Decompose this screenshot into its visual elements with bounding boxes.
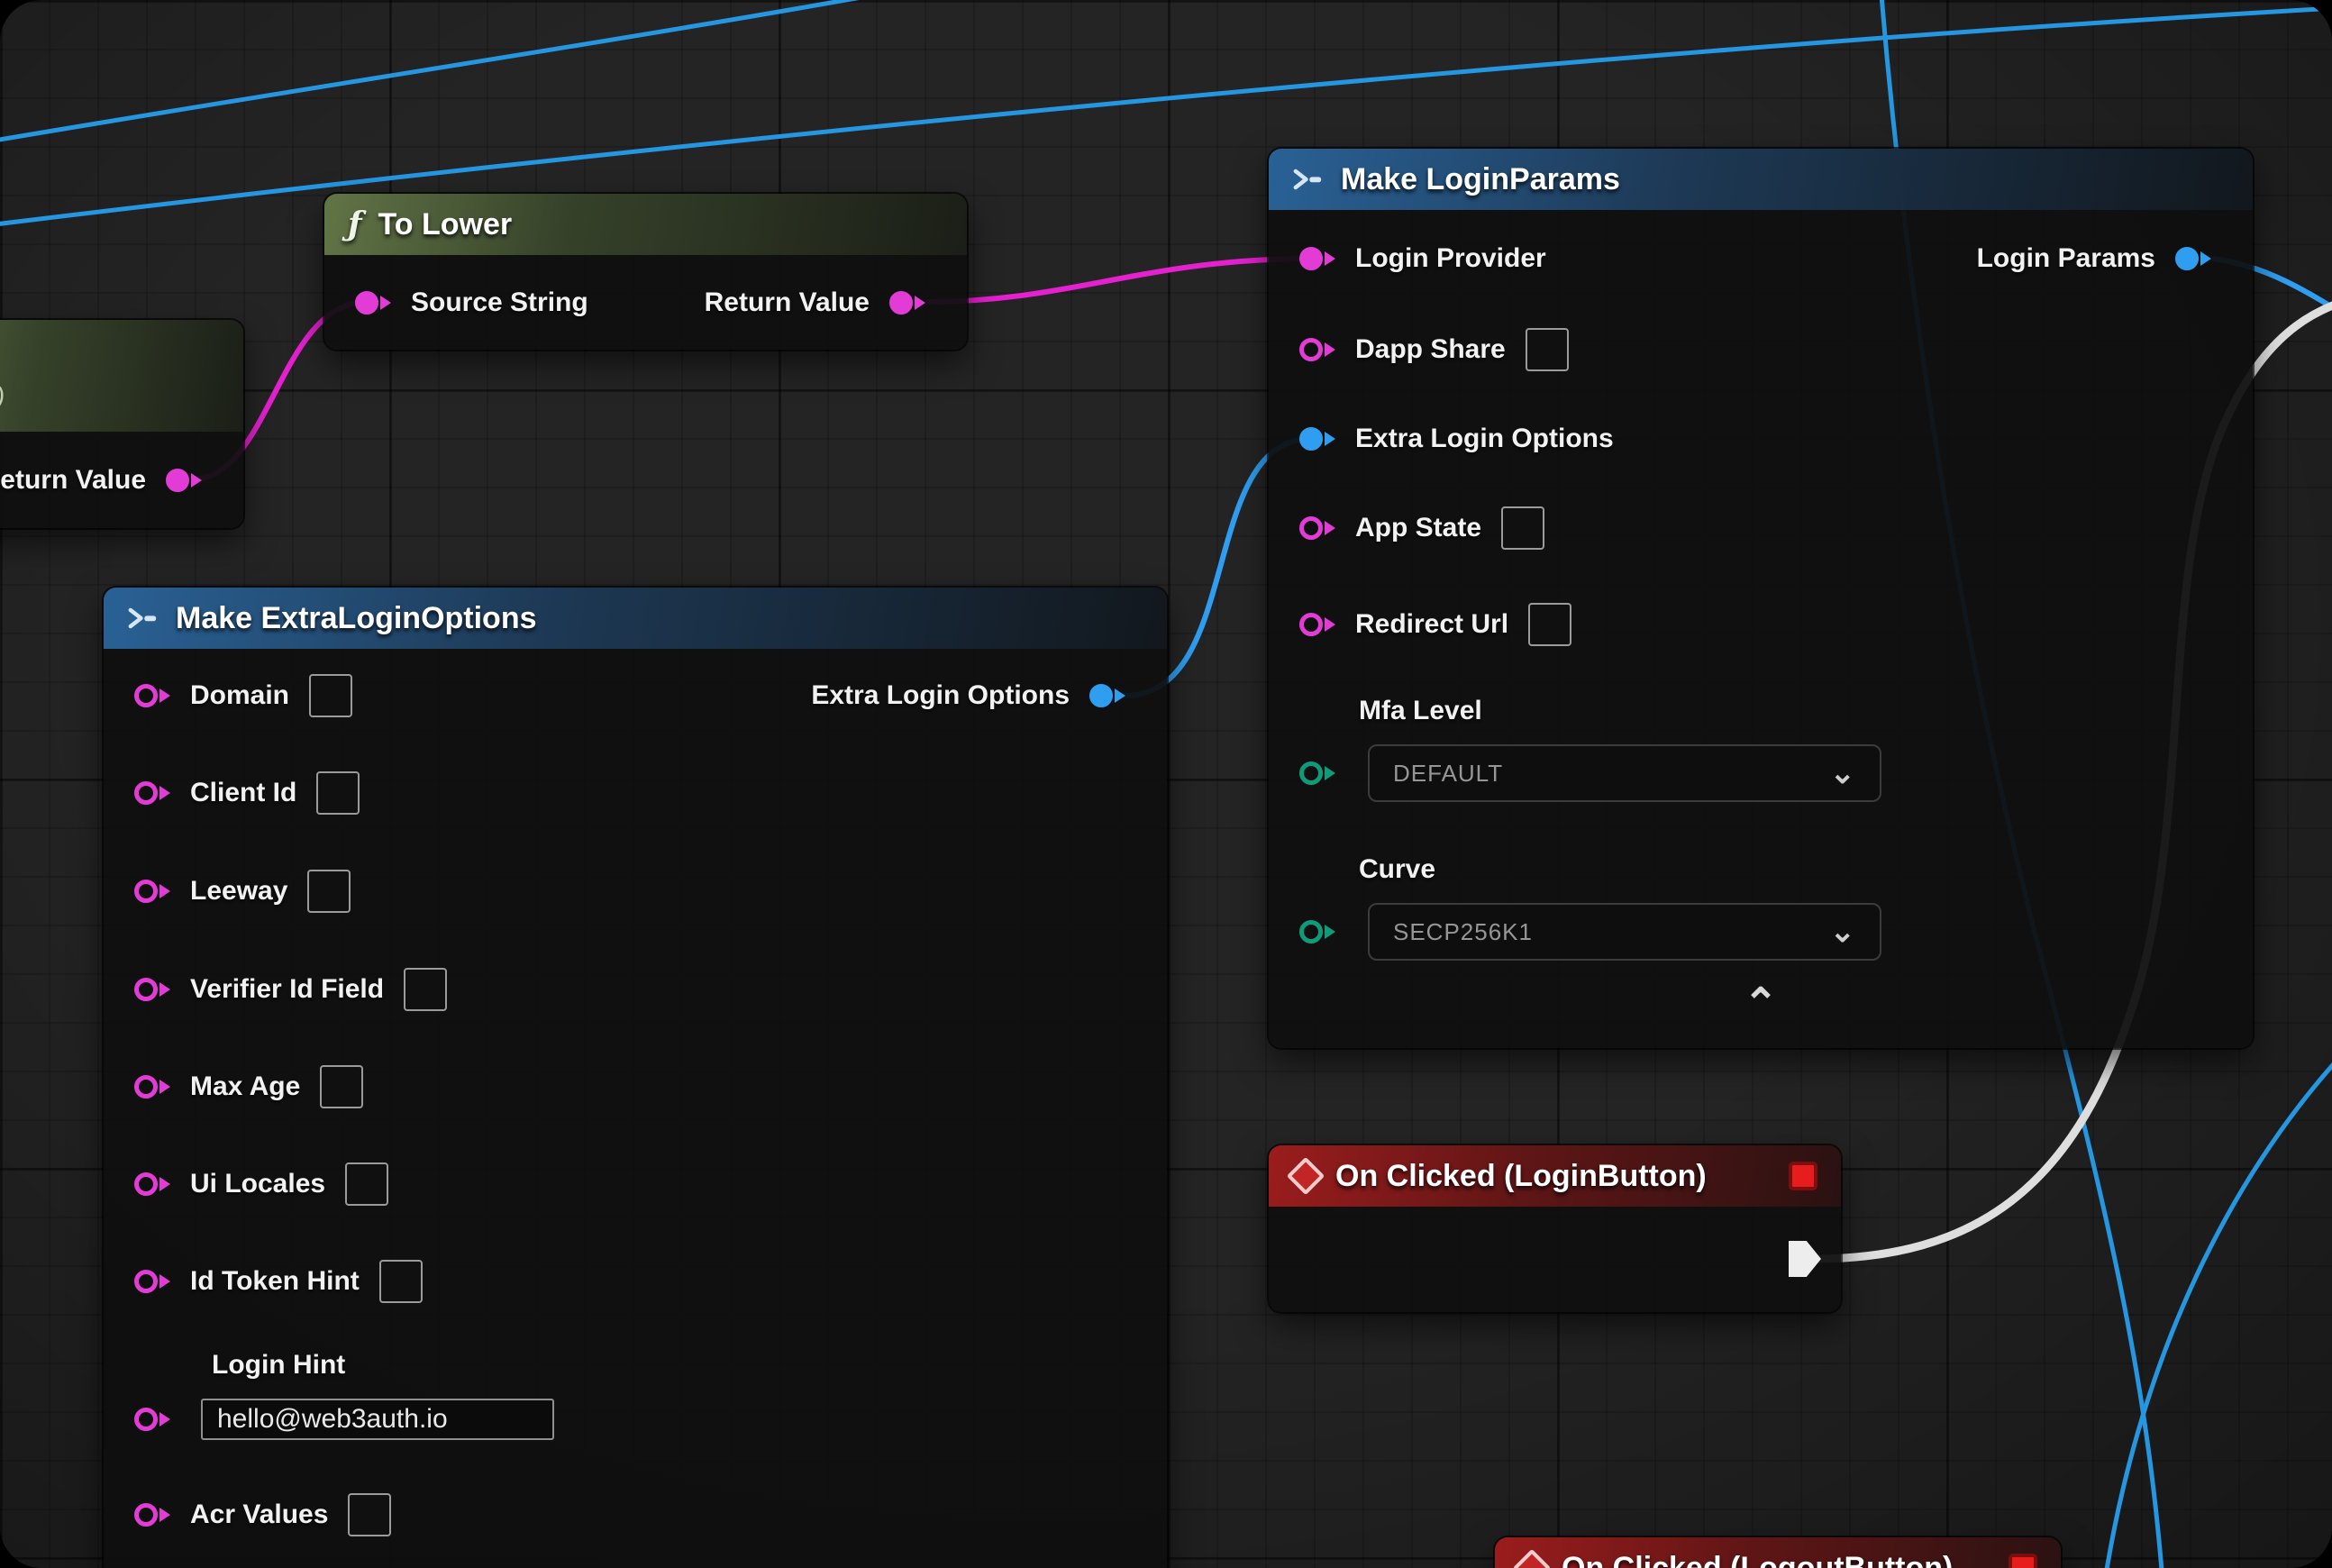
delegate-pin[interactable] xyxy=(1789,1162,1817,1190)
input-pin-redirect-url[interactable] xyxy=(1299,613,1323,636)
mfa-level-value: DEFAULT xyxy=(1393,760,1503,788)
event-diamond-icon xyxy=(1513,1549,1551,1568)
input-pin-label: Acr Values xyxy=(190,1500,328,1530)
input-pin-label: Login Provider xyxy=(1355,243,1546,274)
input-pin-label: Redirect Url xyxy=(1355,609,1508,640)
wire-blue-top-a xyxy=(0,0,996,144)
id-token-hint-checkbox[interactable] xyxy=(379,1260,423,1303)
input-pin-max-age[interactable] xyxy=(134,1075,158,1099)
login-hint-input[interactable] xyxy=(201,1399,554,1440)
event-diamond-icon xyxy=(1287,1157,1325,1195)
max-age-checkbox[interactable] xyxy=(320,1065,363,1108)
domain-checkbox[interactable] xyxy=(309,674,352,717)
output-pin-label: eturn Value xyxy=(0,465,146,496)
node-make-login-params[interactable]: Make LoginParams Login Provider Login Pa… xyxy=(1269,149,2253,1048)
output-pin-login-params[interactable] xyxy=(2175,247,2199,270)
input-pin-dapp-share[interactable] xyxy=(1299,338,1323,361)
ui-locales-checkbox[interactable] xyxy=(345,1162,388,1206)
node-header[interactable]: Make LoginParams xyxy=(1269,149,2253,210)
collapse-node-button[interactable]: ⌃ xyxy=(1269,985,2253,1021)
input-pin-label: Id Token Hint xyxy=(190,1266,360,1297)
input-pin-ui-locales[interactable] xyxy=(134,1172,158,1196)
node-header[interactable]: ƒ To Lower xyxy=(324,194,967,255)
input-pin-label: Leeway xyxy=(190,876,287,907)
node-on-clicked-logout-button[interactable]: On Clicked (LogoutButton) xyxy=(1495,1537,2061,1568)
input-pin-label: Ui Locales xyxy=(190,1169,325,1199)
node-make-extra-login-options[interactable]: Make ExtraLoginOptions Domain Extra Logi… xyxy=(104,588,1167,1568)
input-pin-id-token-hint[interactable] xyxy=(134,1270,158,1293)
input-pin-verifier-id-field[interactable] xyxy=(134,978,158,1001)
function-icon: ƒ xyxy=(348,205,362,243)
blueprint-editor: tion ox (String) eturn Value ƒ To Lower … xyxy=(0,0,2332,1568)
node-subtitle: ox (String) xyxy=(0,382,5,411)
curve-label: Curve xyxy=(1359,854,1435,885)
input-pin-login-provider[interactable] xyxy=(1299,247,1323,270)
output-pin-label: Extra Login Options xyxy=(811,680,1070,711)
node-title: To Lower xyxy=(378,207,513,242)
delegate-pin[interactable] xyxy=(2009,1554,2037,1568)
node-to-lower[interactable]: ƒ To Lower Source String Return Value xyxy=(324,194,967,350)
output-pin-return-value[interactable] xyxy=(889,291,913,315)
blueprint-graph-canvas[interactable]: tion ox (String) eturn Value ƒ To Lower … xyxy=(0,0,2332,1568)
output-pin-label: Login Params xyxy=(1977,243,2155,274)
input-pin-app-state[interactable] xyxy=(1299,516,1323,540)
wire-blue-bottom-right xyxy=(2101,1035,2332,1568)
input-pin-mfa-level[interactable] xyxy=(1299,761,1323,785)
wire-string-tolower-to-loginprovider xyxy=(926,259,1311,302)
input-pin-login-hint[interactable] xyxy=(134,1408,158,1431)
output-pin-extra-login-options[interactable] xyxy=(1089,684,1113,707)
input-pin-label: Max Age xyxy=(190,1071,300,1102)
input-pin-label: Extra Login Options xyxy=(1355,424,1614,454)
input-pin-label: Client Id xyxy=(190,778,296,808)
input-pin-source-string[interactable] xyxy=(355,291,378,315)
node-header[interactable]: Make ExtraLoginOptions xyxy=(104,588,1167,649)
node-clipped-function[interactable]: tion ox (String) eturn Value xyxy=(0,320,243,528)
client-id-checkbox[interactable] xyxy=(316,771,360,815)
redirect-url-checkbox[interactable] xyxy=(1528,603,1571,646)
node-title: On Clicked (LoginButton) xyxy=(1335,1159,1707,1194)
input-pin-label: Verifier Id Field xyxy=(190,974,384,1005)
node-title: On Clicked (LogoutButton) xyxy=(1562,1551,1953,1568)
node-header[interactable]: On Clicked (LogoutButton) xyxy=(1495,1537,2061,1568)
output-pin-label: Return Value xyxy=(705,287,870,318)
node-on-clicked-login-button[interactable]: On Clicked (LoginButton) xyxy=(1269,1145,1841,1312)
node-header[interactable]: On Clicked (LoginButton) xyxy=(1269,1145,1841,1207)
app-state-checkbox[interactable] xyxy=(1501,506,1544,550)
output-pin-return-value[interactable] xyxy=(166,469,189,492)
dapp-share-checkbox[interactable] xyxy=(1526,328,1569,371)
leeway-checkbox[interactable] xyxy=(307,870,351,913)
input-pin-curve[interactable] xyxy=(1299,920,1323,944)
input-pin-acr-values[interactable] xyxy=(134,1503,158,1527)
input-pin-label: Dapp Share xyxy=(1355,334,1506,365)
make-struct-icon xyxy=(1292,168,1325,191)
exec-output-pin[interactable] xyxy=(1789,1241,1821,1277)
curve-value: SECP256K1 xyxy=(1393,918,1533,946)
verifier-id-field-checkbox[interactable] xyxy=(404,968,447,1011)
make-struct-icon xyxy=(127,606,159,630)
input-pin-label: App State xyxy=(1355,513,1481,543)
node-title: Make ExtraLoginOptions xyxy=(176,601,537,636)
input-pin-label: Domain xyxy=(190,680,289,711)
acr-values-checkbox[interactable] xyxy=(348,1493,391,1536)
node-header[interactable]: tion ox (String) xyxy=(0,320,243,432)
input-pin-extra-login-options[interactable] xyxy=(1299,427,1323,451)
node-title: Make LoginParams xyxy=(1341,162,1620,197)
input-pin-leeway[interactable] xyxy=(134,880,158,903)
mfa-level-dropdown[interactable]: DEFAULT ⌄ xyxy=(1368,744,1881,802)
input-pin-client-id[interactable] xyxy=(134,781,158,805)
mfa-level-label: Mfa Level xyxy=(1359,696,1482,726)
curve-dropdown[interactable]: SECP256K1 ⌄ xyxy=(1368,903,1881,961)
input-pin-label: Source String xyxy=(411,287,588,318)
input-pin-domain[interactable] xyxy=(134,684,158,707)
